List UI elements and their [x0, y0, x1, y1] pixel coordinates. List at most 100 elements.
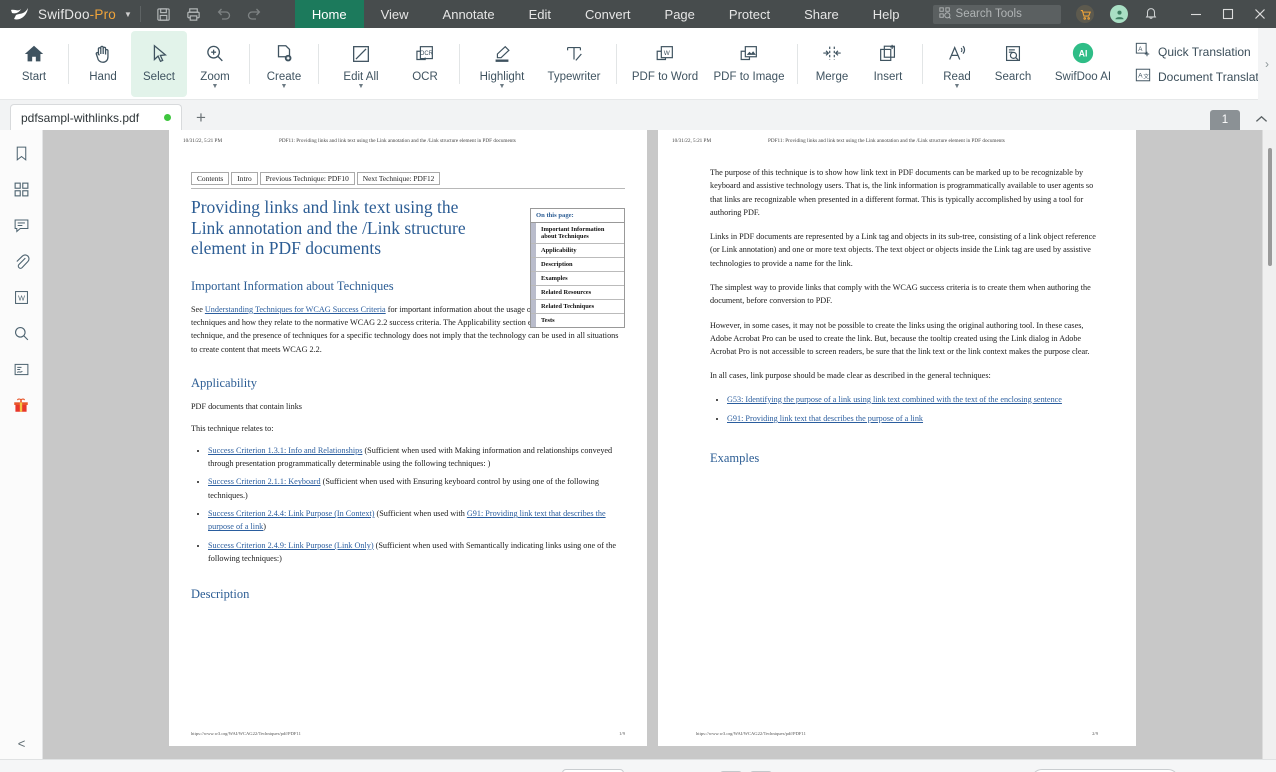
comment-icon[interactable]: [6, 212, 36, 238]
menu-annotate[interactable]: Annotate: [426, 0, 512, 28]
tool-merge[interactable]: Merge: [804, 31, 860, 97]
menu-page[interactable]: Page: [648, 0, 712, 28]
quick-translation-button[interactable]: A Quick Translation: [1135, 42, 1275, 61]
tool-hand-label: Hand: [89, 71, 117, 83]
save-icon[interactable]: [149, 0, 179, 28]
crumb-intro[interactable]: Intro: [231, 172, 258, 185]
minimize-button[interactable]: [1180, 0, 1212, 28]
tool-start[interactable]: Start: [6, 31, 62, 97]
notifications-bell-icon[interactable]: [1144, 6, 1158, 23]
otp-item-related-resources[interactable]: Related Resources: [531, 286, 624, 300]
new-tab-button[interactable]: +: [196, 109, 206, 126]
thumbnails-icon[interactable]: [6, 176, 36, 202]
vertical-scrollbar[interactable]: [1262, 130, 1276, 759]
prev-page-button[interactable]: [530, 767, 556, 772]
bookmark-icon[interactable]: [6, 140, 36, 166]
tool-read[interactable]: Read ▼: [929, 31, 985, 97]
chevron-down-icon[interactable]: ▼: [954, 83, 961, 90]
tool-select[interactable]: Select: [131, 31, 187, 97]
tool-hand[interactable]: Hand: [75, 31, 131, 97]
signature-icon[interactable]: [6, 356, 36, 382]
quick-translation-icon: A: [1135, 42, 1151, 61]
tool-edit-all[interactable]: Edit All ▼: [325, 31, 397, 97]
print-icon[interactable]: [179, 0, 209, 28]
page2-footer-url: https://www.w3.org/WAI/WCAG22/Techniques…: [696, 731, 806, 736]
menu-view[interactable]: View: [364, 0, 426, 28]
tool-insert[interactable]: Insert: [860, 31, 916, 97]
svg-text:A: A: [1138, 46, 1143, 53]
link-sc-244[interactable]: Success Criterion 2.4.4: Link Purpose (I…: [208, 509, 374, 518]
paperclip-icon[interactable]: [6, 248, 36, 274]
document-translation-button[interactable]: A文 Document Translation: [1135, 67, 1275, 86]
cart-icon[interactable]: [1076, 5, 1094, 23]
chevron-down-icon[interactable]: ▼: [358, 83, 365, 90]
search-tools-input[interactable]: Search Tools: [932, 4, 1061, 24]
brand-suffix: -Pro: [89, 6, 116, 22]
otp-item-description[interactable]: Description: [531, 258, 624, 272]
menu-convert[interactable]: Convert: [568, 0, 648, 28]
first-page-button[interactable]: [504, 767, 530, 772]
gift-icon[interactable]: [6, 392, 36, 418]
divider: [797, 44, 798, 84]
link-g91[interactable]: G91: Providing link text that describes …: [727, 414, 923, 423]
list-item: G91: Providing link text that describes …: [727, 412, 1098, 425]
close-button[interactable]: [1244, 0, 1276, 28]
menu-home[interactable]: Home: [294, 0, 364, 28]
chevron-down-icon[interactable]: ▼: [281, 83, 288, 90]
menu-help[interactable]: Help: [856, 0, 917, 28]
chevron-down-icon[interactable]: ▼: [212, 83, 219, 90]
tool-highlight[interactable]: Highlight ▼: [466, 31, 538, 97]
tool-swifdoo-ai[interactable]: AI SwifDoo AI: [1041, 31, 1125, 97]
undo-icon[interactable]: [209, 0, 239, 28]
crumb-previous-technique[interactable]: Previous Technique: PDF10: [259, 172, 355, 185]
otp-item-related-techniques[interactable]: Related Techniques: [531, 300, 624, 314]
page2-general-techniques-list: G53: Identifying the purpose of a link u…: [710, 393, 1098, 426]
tool-select-label: Select: [143, 71, 175, 83]
ribbon-expand-button[interactable]: ›: [1258, 28, 1276, 100]
crumb-contents[interactable]: Contents: [191, 172, 230, 185]
link-sc-211[interactable]: Success Criterion 2.1.1: Keyboard: [208, 477, 321, 486]
document-tab-strip: pdfsampl-withlinks.pdf + 1: [0, 100, 1276, 130]
menu-protect[interactable]: Protect: [712, 0, 787, 28]
tool-pdf-to-image[interactable]: PDF to Image: [707, 31, 791, 97]
divider: [191, 188, 625, 189]
link-sc-131[interactable]: Success Criterion 1.3.1: Info and Relati…: [208, 446, 362, 455]
tool-zoom[interactable]: Zoom ▼: [187, 31, 243, 97]
tool-create[interactable]: Create ▼: [256, 31, 312, 97]
search-icon[interactable]: [6, 320, 36, 346]
tool-pdf-to-word[interactable]: W PDF to Word: [623, 31, 707, 97]
page2-footer: https://www.w3.org/WAI/WCAG22/Techniques…: [696, 731, 1098, 736]
tool-search[interactable]: Search: [985, 31, 1041, 97]
sc-244-rest2: ): [263, 522, 266, 532]
redo-icon[interactable]: [239, 0, 269, 28]
pdf-page-1[interactable]: 10/31/22, 5:21 PM PDF11: Providing links…: [169, 130, 647, 746]
chevron-down-icon[interactable]: ▼: [499, 83, 506, 90]
link-g53[interactable]: G53: Identifying the purpose of a link u…: [727, 395, 1062, 404]
maximize-button[interactable]: [1212, 0, 1244, 28]
menu-share[interactable]: Share: [787, 0, 856, 28]
next-page-button[interactable]: [646, 767, 672, 772]
otp-item-applicability[interactable]: Applicability: [531, 244, 624, 258]
page-navigation: 1 /9: [0, 767, 1276, 772]
menu-edit[interactable]: Edit: [512, 0, 568, 28]
otp-item-important-info[interactable]: Important Information about Techniques: [531, 223, 624, 244]
last-page-button[interactable]: [672, 767, 698, 772]
otp-item-tests[interactable]: Tests: [531, 314, 624, 327]
hand-icon: [92, 39, 114, 65]
tool-ocr[interactable]: OCR OCR: [397, 31, 453, 97]
collapse-sidebar-button[interactable]: <: [0, 736, 43, 751]
crumb-next-technique[interactable]: Next Technique: PDF12: [356, 172, 441, 185]
user-avatar-icon[interactable]: [1110, 5, 1128, 23]
link-sc-249[interactable]: Success Criterion 2.4.9: Link Purpose (L…: [208, 541, 374, 550]
pdf-page-2[interactable]: 10/31/22, 5:21 PM PDF11: Providing links…: [658, 130, 1136, 746]
link-understanding-techniques[interactable]: Understanding Techniques for WCAG Succes…: [205, 305, 386, 314]
word-icon[interactable]: W: [6, 284, 36, 310]
scrollbar-thumb[interactable]: [1268, 148, 1272, 266]
otp-item-examples[interactable]: Examples: [531, 272, 624, 286]
document-tab[interactable]: pdfsampl-withlinks.pdf: [10, 104, 182, 130]
pdf-viewer[interactable]: 10/31/22, 5:21 PM PDF11: Providing links…: [43, 130, 1262, 759]
brand-dropdown-icon[interactable]: ▼: [124, 10, 132, 19]
divider: [318, 44, 319, 84]
chevron-up-icon[interactable]: [1255, 113, 1268, 127]
tool-typewriter[interactable]: Typewriter: [538, 31, 610, 97]
